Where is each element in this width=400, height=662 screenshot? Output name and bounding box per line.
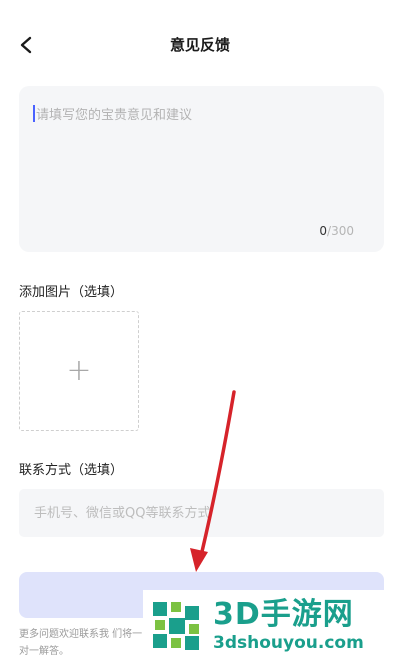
plus-icon: +: [66, 353, 92, 388]
text-cursor: [33, 105, 35, 122]
contact-label: 联系方式（选填）: [19, 463, 124, 478]
feedback-area: 0/300: [19, 86, 384, 252]
watermark-title: 3D手游网: [213, 597, 354, 632]
watermark: 3D手游网 3dshouyou.com: [143, 590, 400, 662]
contact-input[interactable]: [34, 489, 364, 537]
char-count-max: /300: [327, 224, 354, 238]
add-image-label: 添加图片（选填）: [19, 285, 124, 300]
watermark-logo-icon: [153, 602, 199, 650]
contact-field: [19, 489, 384, 537]
top-bar: 意见反馈: [0, 0, 400, 90]
char-counter: 0/300: [319, 224, 354, 238]
footer-note: 更多问题欢迎联系我 们将一对一解答。: [19, 629, 143, 657]
char-count-current: 0: [319, 224, 328, 238]
page-title: 意见反馈: [169, 36, 230, 54]
add-image-button[interactable]: +: [19, 311, 139, 431]
watermark-url: 3dshouyou.com: [213, 633, 364, 653]
feedback-input[interactable]: [36, 104, 366, 214]
